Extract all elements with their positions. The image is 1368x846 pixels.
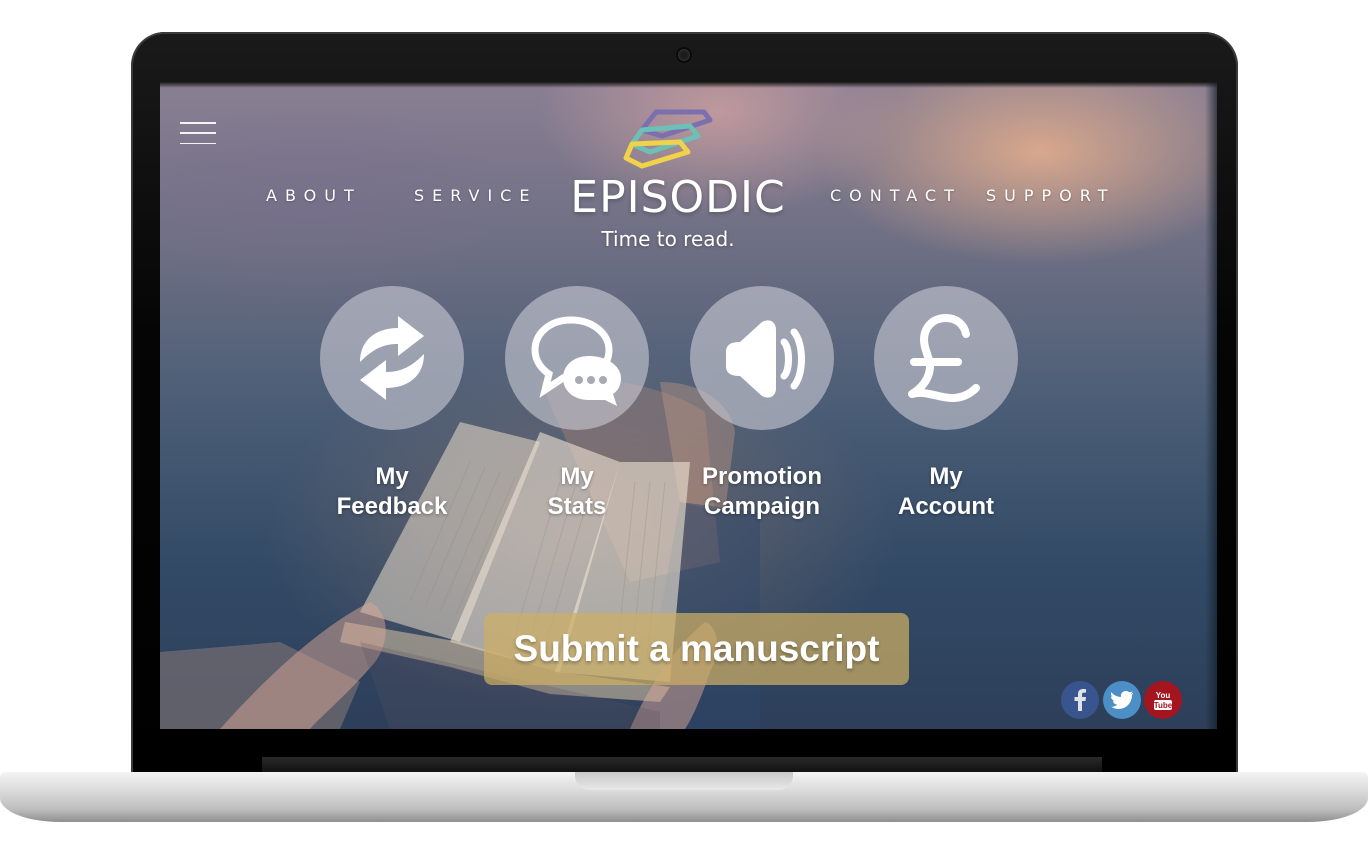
submit-manuscript-button[interactable]: Submit a manuscript (484, 613, 909, 685)
promotion-circle[interactable] (690, 286, 834, 430)
svg-text:Tube: Tube (1154, 701, 1173, 710)
twitter-icon[interactable] (1103, 681, 1141, 719)
svg-text:You: You (1156, 691, 1171, 700)
menu-line (180, 132, 216, 134)
feature-label-line2: Campaign (703, 493, 820, 520)
screen-edge-shadow (1205, 82, 1217, 729)
feature-label: My Feedback (302, 462, 482, 522)
chat-bubbles-icon (531, 316, 621, 406)
menu-line (180, 142, 216, 144)
account-circle[interactable] (874, 286, 1018, 430)
nav-link-contact[interactable]: CONTACT (830, 186, 962, 205)
feature-label-line2: Feedback (336, 493, 448, 520)
pound-icon (908, 314, 980, 402)
nav-link-support[interactable]: SUPPORT (986, 186, 1115, 205)
youtube-glyph: You Tube (1154, 691, 1173, 710)
feature-my-account[interactable]: My Account (856, 286, 1036, 522)
youtube-icon[interactable]: You Tube (1144, 681, 1182, 719)
menu-line (180, 122, 216, 124)
laptop-hinge (262, 757, 1102, 772)
webcam (678, 49, 690, 61)
feature-label-line1: Promotion (702, 463, 822, 490)
nav-link-service[interactable]: SERVICE (414, 186, 537, 205)
facebook-icon[interactable] (1061, 681, 1099, 719)
feature-my-feedback[interactable]: My Feedback (302, 286, 482, 522)
feature-label-line1: My (375, 463, 409, 490)
feedback-circle[interactable] (320, 286, 464, 430)
facebook-glyph (1074, 689, 1086, 711)
brand-name[interactable]: EPISODIC (558, 172, 798, 223)
feature-promotion-campaign[interactable]: Promotion Campaign (672, 286, 852, 522)
feature-label: My Stats (487, 462, 667, 522)
speaker-icon (726, 320, 805, 398)
website-screen: ABOUT SERVICE CONTACT SUPPORT EPISODIC T… (160, 82, 1217, 729)
feature-label-line2: Stats (547, 493, 607, 520)
laptop-notch (575, 772, 793, 790)
stats-circle[interactable] (505, 286, 649, 430)
refresh-icon (360, 316, 424, 400)
feature-label-line2: Account (898, 493, 994, 520)
feature-my-stats[interactable]: My Stats (487, 286, 667, 522)
feature-label-line1: My (560, 463, 594, 490)
nav-link-about[interactable]: ABOUT (266, 186, 362, 205)
hamburger-menu-icon[interactable] (180, 122, 216, 144)
screen-top-shadow (160, 82, 1217, 88)
feature-label-line1: My (929, 463, 963, 490)
brand-tagline: Time to read. (601, 227, 735, 251)
twitter-bird-glyph (1111, 691, 1133, 709)
feature-label: Promotion Campaign (672, 462, 852, 522)
feature-label: My Account (856, 462, 1036, 522)
episodic-logo-icon[interactable] (622, 106, 718, 172)
